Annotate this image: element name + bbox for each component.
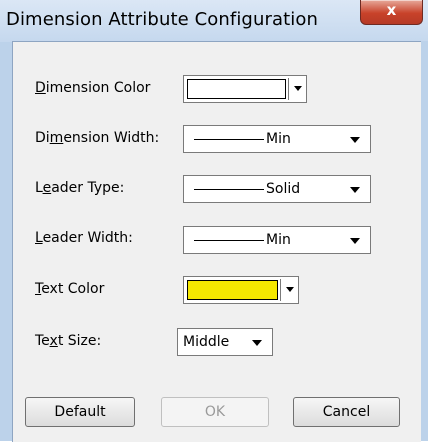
dialog-window: Dimension Attribute Configuration x Dime… [0,0,428,442]
dimension-color-label: Dimension Color [35,80,151,96]
dimension-width-label: Dimension Width: [35,130,160,146]
chevron-down-icon [350,238,360,244]
text-size-value: Middle [183,334,230,350]
window-title: Dimension Attribute Configuration [6,9,318,30]
close-button[interactable]: x [360,0,423,25]
leader-type-value: Solid [266,181,301,197]
dimension-color-picker[interactable] [183,75,307,103]
leader-type-select[interactable]: Solid [183,175,371,203]
leader-width-value: Min [266,232,291,248]
title-bar[interactable]: Dimension Attribute Configuration x [0,0,428,42]
line-sample-icon [194,189,264,190]
text-size-select[interactable]: Middle [177,328,273,356]
chevron-down-icon [350,137,360,143]
close-icon: x [386,1,397,19]
divider [280,279,281,301]
default-button[interactable]: Default [25,397,135,427]
dimension-width-value: Min [266,131,291,147]
dimension-color-swatch [187,79,286,99]
leader-type-label: Leader Type: [35,180,125,196]
text-color-picker[interactable] [183,276,299,304]
dialog-body: Dimension Color Dimension Width: Min Lea… [12,41,421,442]
line-sample-icon [194,240,264,241]
cancel-button[interactable]: Cancel [293,397,400,427]
text-size-label: Text Size: [35,333,102,349]
chevron-down-icon [252,340,262,346]
dimension-width-select[interactable]: Min [183,125,371,153]
chevron-down-icon [286,287,294,292]
text-color-label: Text Color [35,281,105,297]
text-color-swatch [187,280,278,300]
leader-width-select[interactable]: Min [183,226,371,254]
leader-width-label: Leader Width: [35,230,133,246]
line-sample-icon [194,139,264,140]
window-frame-right [421,41,428,441]
ok-button[interactable]: OK [161,397,269,427]
divider [288,78,289,100]
chevron-down-icon [350,187,360,193]
chevron-down-icon [294,86,302,91]
